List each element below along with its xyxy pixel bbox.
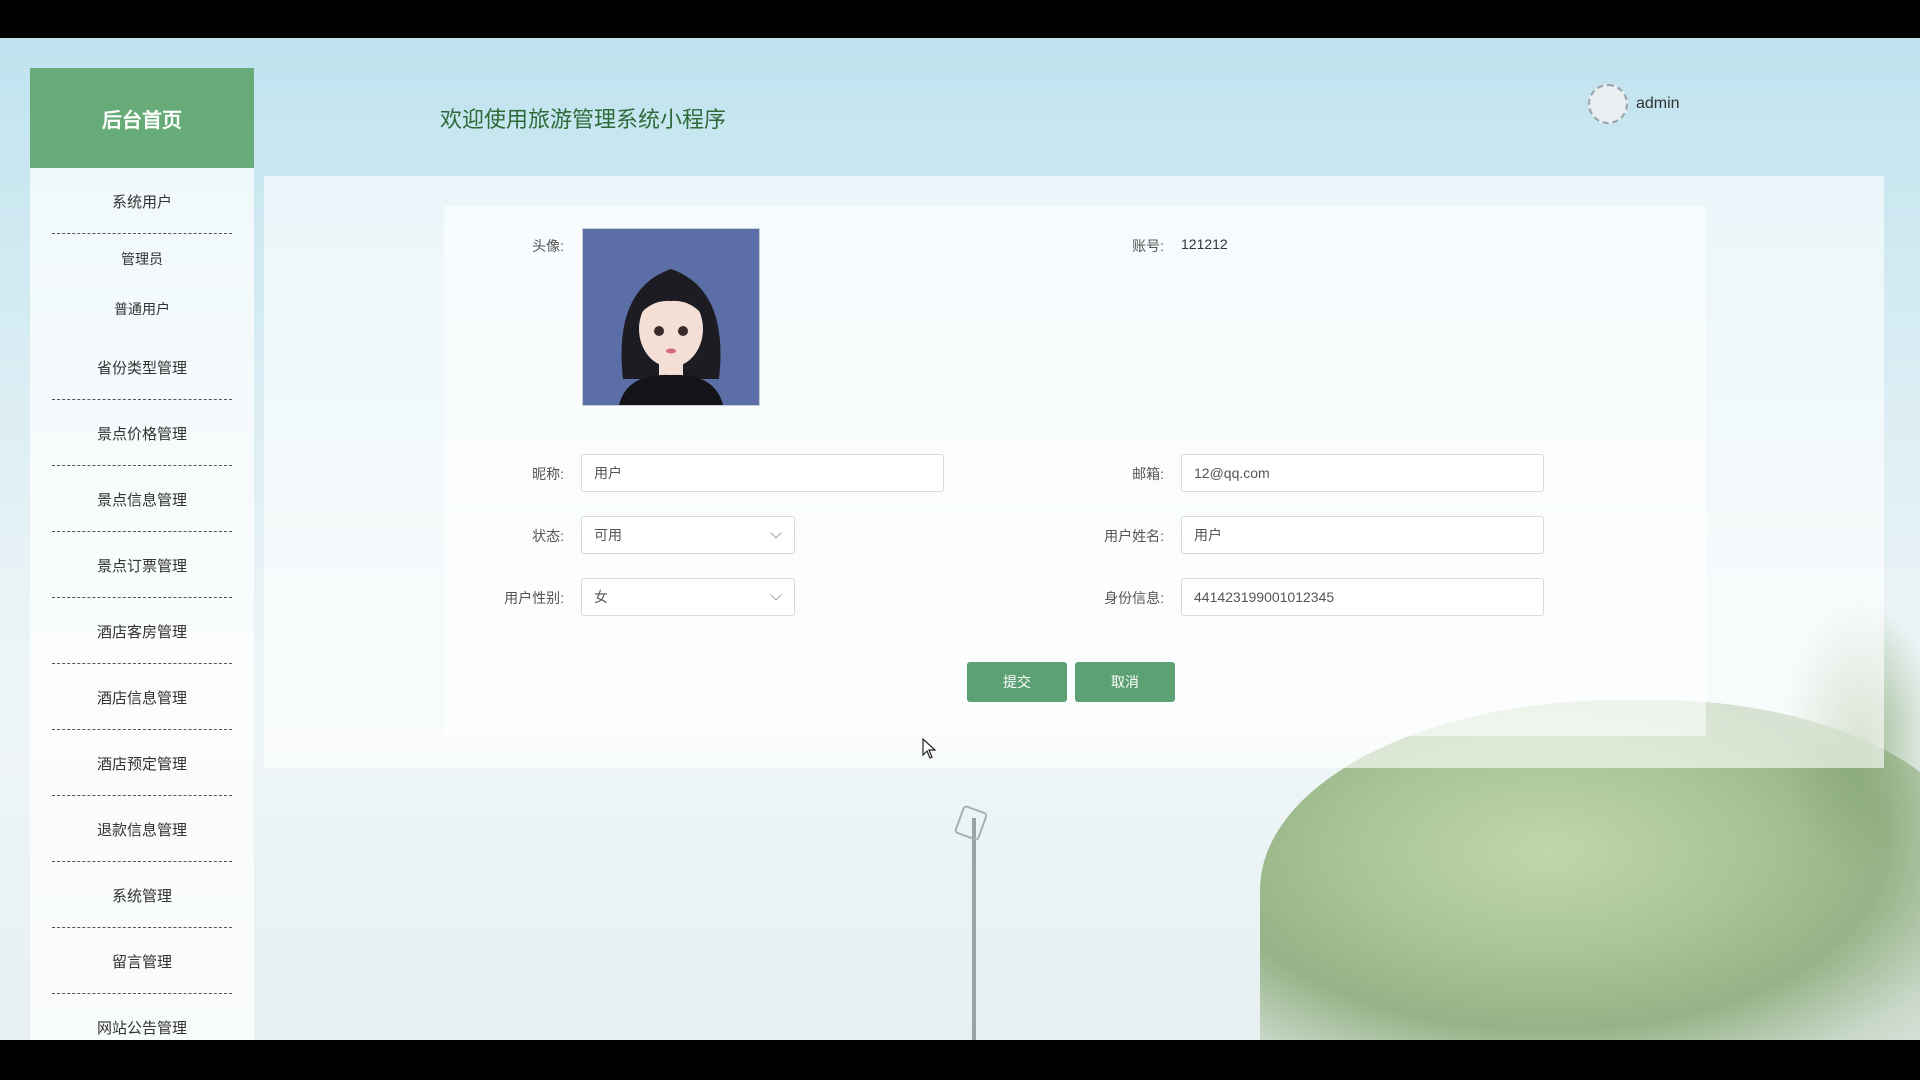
avatar-illustration — [583, 229, 759, 405]
sidebar-item-hotel-info[interactable]: 酒店信息管理 — [30, 664, 254, 730]
sidebar-item-hotel-bookings[interactable]: 酒店预定管理 — [30, 730, 254, 796]
app-frame: 后台首页 系统用户 管理员 普通用户 省份类型管理 景点价格管理 景点信息管理 … — [0, 38, 1920, 1040]
user-edit-form: 头像: 账号: 121212 昵称: 用户 邮箱: 12@qq.com 状态: … — [444, 206, 1706, 736]
account-value: 121212 — [1181, 236, 1228, 252]
id-label: 身份信息: — [1104, 590, 1164, 606]
user-avatar[interactable] — [1588, 84, 1628, 124]
nickname-label: 昵称: — [532, 466, 564, 482]
user-menu[interactable]: admin — [1588, 84, 1680, 124]
email-label: 邮箱: — [1132, 466, 1164, 482]
account-label: 账号: — [1132, 238, 1164, 254]
avatar-image[interactable] — [582, 228, 760, 406]
id-input[interactable]: 441423199001012345 — [1181, 578, 1544, 616]
sidebar-menu: 系统用户 管理员 普通用户 省份类型管理 景点价格管理 景点信息管理 景点订票管… — [30, 168, 254, 1040]
sidebar-item-system-users[interactable]: 系统用户 — [30, 168, 254, 234]
status-select[interactable]: 可用 — [581, 516, 795, 554]
submit-button[interactable]: 提交 — [967, 662, 1067, 702]
nickname-input[interactable]: 用户 — [581, 454, 944, 492]
sidebar-home-link[interactable]: 后台首页 — [30, 68, 254, 168]
background-lamp — [953, 804, 989, 842]
sidebar-subitem-normal-users[interactable]: 普通用户 — [30, 284, 254, 334]
username-label: 用户姓名: — [1104, 528, 1164, 544]
sidebar-subitem-admins[interactable]: 管理员 — [30, 234, 254, 284]
cancel-button[interactable]: 取消 — [1075, 662, 1175, 702]
gender-select[interactable]: 女 — [581, 578, 795, 616]
avatar-label: 头像: — [532, 238, 564, 254]
gender-select-value: 女 — [594, 589, 608, 605]
mouse-cursor-icon — [922, 738, 937, 759]
gender-label: 用户性别: — [504, 590, 564, 606]
sidebar: 后台首页 系统用户 管理员 普通用户 省份类型管理 景点价格管理 景点信息管理 … — [30, 68, 254, 1040]
background-lamp-pole — [972, 818, 976, 1040]
sidebar-item-messages[interactable]: 留言管理 — [30, 928, 254, 994]
sidebar-item-system-management[interactable]: 系统管理 — [30, 862, 254, 928]
sidebar-item-attraction-info[interactable]: 景点信息管理 — [30, 466, 254, 532]
status-label: 状态: — [532, 528, 564, 544]
username-input[interactable]: 用户 — [1181, 516, 1544, 554]
sidebar-item-attraction-prices[interactable]: 景点价格管理 — [30, 400, 254, 466]
main-panel: 头像: 账号: 121212 昵称: 用户 邮箱: 12@qq.com 状态: … — [264, 176, 1884, 768]
sidebar-item-announcements[interactable]: 网站公告管理 — [30, 994, 254, 1040]
status-select-value: 可用 — [594, 527, 622, 543]
sidebar-item-province-types[interactable]: 省份类型管理 — [30, 334, 254, 400]
user-name: admin — [1636, 95, 1680, 112]
sidebar-item-hotel-rooms[interactable]: 酒店客房管理 — [30, 598, 254, 664]
sidebar-item-attraction-tickets[interactable]: 景点订票管理 — [30, 532, 254, 598]
page-title: 欢迎使用旅游管理系统小程序 — [440, 107, 727, 132]
sidebar-item-refunds[interactable]: 退款信息管理 — [30, 796, 254, 862]
email-input[interactable]: 12@qq.com — [1181, 454, 1544, 492]
